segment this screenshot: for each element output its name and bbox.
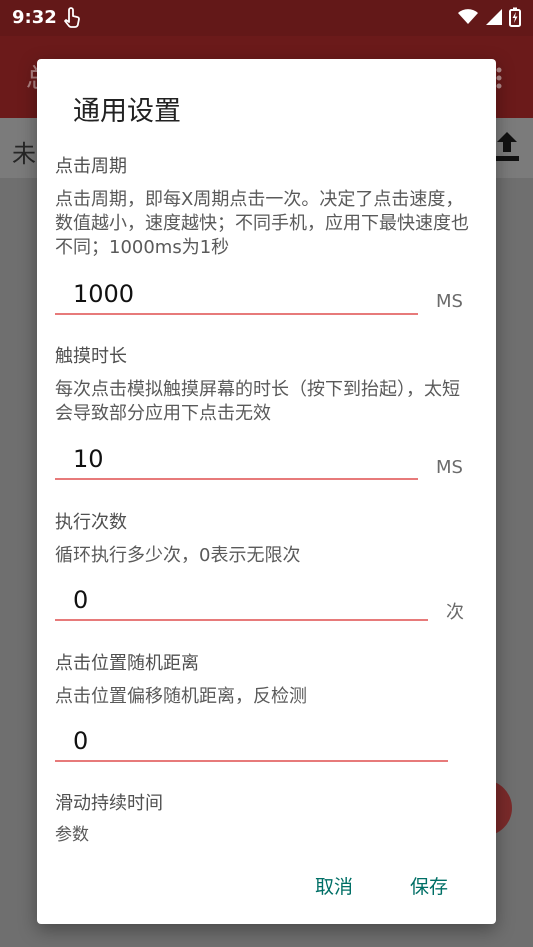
click-period-field-wrap: 1000 <box>55 275 418 315</box>
section-random-offset: 点击位置随机距离 点击位置偏移随机距离，反检测 <box>55 649 475 709</box>
section-description: 每次点击模拟触摸屏幕的时长（按下到抬起），太短会导致部分应用下点击无效 <box>55 379 460 424</box>
status-bar: 9:32 <box>0 0 533 36</box>
execution-count-input[interactable]: 0 <box>55 581 428 621</box>
touch-duration-field-wrap: 10 <box>55 440 418 480</box>
save-button[interactable]: 保存 <box>410 872 448 899</box>
upload-icon[interactable] <box>492 130 522 164</box>
signal-icon <box>486 9 502 25</box>
section-heading: 滑动持续时间 <box>55 793 163 814</box>
section-description: 点击位置偏移随机距离，反检测 <box>55 686 307 707</box>
cancel-button[interactable]: 取消 <box>315 872 353 899</box>
execution-count-field-wrap: 0 <box>55 581 428 621</box>
wifi-icon <box>458 9 478 24</box>
section-execution-count: 执行次数 循环执行多少次，0表示无限次 <box>55 508 475 568</box>
section-description: 循环执行多少次，0表示无限次 <box>55 545 301 566</box>
random-offset-input[interactable]: 0 <box>55 722 448 762</box>
section-heading: 点击位置随机距离 <box>55 653 199 674</box>
section-description: 参数 <box>55 825 89 845</box>
touch-duration-input[interactable]: 10 <box>55 440 418 480</box>
unit-label: MS <box>436 291 463 312</box>
touch-hand-icon <box>64 7 80 28</box>
section-click-period: 点击周期 点击周期，即每X周期点击一次。决定了点击速度，数值越小，速度越快；不同… <box>55 152 475 260</box>
click-period-input[interactable]: 1000 <box>55 275 418 315</box>
unit-label: 次 <box>446 602 464 623</box>
unit-label: MS <box>436 457 463 478</box>
dialog-actions: 取消 保存 <box>37 869 496 909</box>
random-offset-field-wrap: 0 <box>55 722 448 762</box>
section-description: 点击周期，即每X周期点击一次。决定了点击速度，数值越小，速度越快；不同手机，应用… <box>55 189 469 258</box>
battery-icon <box>509 7 521 27</box>
section-touch-duration: 触摸时长 每次点击模拟触摸屏幕的时长（按下到抬起），太短会导致部分应用下点击无效 <box>55 342 475 426</box>
section-heading: 点击周期 <box>55 156 127 177</box>
dialog-title: 通用设置 <box>73 96 181 127</box>
section-swipe-duration: 滑动持续时间 参数 <box>55 789 475 847</box>
status-icons <box>457 6 521 28</box>
background-text: 未 <box>12 140 36 168</box>
settings-dialog: 通用设置 点击周期 点击周期，即每X周期点击一次。决定了点击速度，数值越小，速度… <box>37 59 496 924</box>
status-time: 9:32 <box>12 7 57 28</box>
section-heading: 执行次数 <box>55 512 127 533</box>
section-heading: 触摸时长 <box>55 346 127 367</box>
